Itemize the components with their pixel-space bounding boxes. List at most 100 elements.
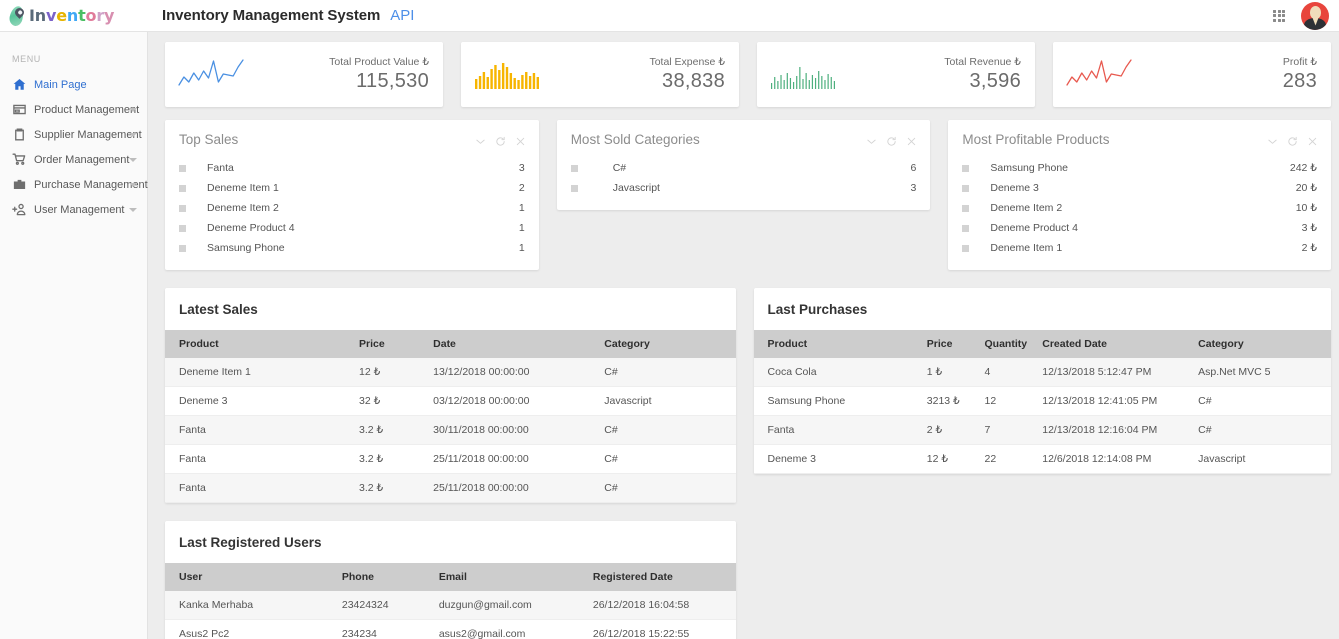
table-cell: 13/12/2018 00:00:00	[433, 358, 605, 387]
column-header-phone[interactable]: Phone	[341, 563, 439, 591]
apps-grid-icon[interactable]	[1273, 9, 1285, 22]
widget-title: Top Sales	[179, 131, 239, 147]
logo-letter-2: v	[45, 6, 57, 25]
last-purchases-table-host: Product Price Quantity Created Date Category…	[753, 330, 1331, 474]
person-add-icon	[12, 202, 27, 217]
table-row[interactable]: Asus2 Pc2 234234 asus2@gmail.com 26/12/2018…	[165, 619, 736, 639]
chevron-down-icon[interactable]	[129, 207, 137, 212]
sidebar-item-product-management[interactable]: Product Management	[0, 97, 147, 122]
column-header-category[interactable]: Category	[604, 330, 736, 358]
list-item-label: Deneme Product 4	[207, 222, 295, 234]
table-row[interactable]: Deneme 3 32 ₺ 03/12/2018 00:00:00 Javascrip…	[165, 386, 736, 416]
widget-title: Most Profitable Products	[962, 131, 1110, 147]
stat-card-total-product-value: Total Product Value ₺ 115,530	[165, 42, 443, 107]
brand-logo[interactable]: Inventory	[0, 0, 148, 32]
window-icon	[12, 102, 27, 117]
sidebar-item-user-management[interactable]: User Management	[0, 197, 147, 222]
close-icon[interactable]	[1307, 134, 1318, 145]
top-header-bar: Inventory Inventory Management System AP…	[0, 0, 1339, 32]
column-header-price[interactable]: Price	[926, 330, 985, 358]
column-header-price[interactable]: Price	[358, 330, 434, 358]
sparkline-chart-icon	[471, 55, 543, 95]
last-registered-users-card: Last Registered Users User Phone Email Regi…	[165, 521, 736, 639]
list-item-label: Javascript	[612, 182, 660, 194]
list-item-value: 1	[518, 202, 525, 214]
table-cell: 3213 ₺	[926, 386, 985, 416]
table-header-row: Product Price Quantity Created Date Category	[753, 330, 1331, 358]
table-row[interactable]: Deneme 3 12 ₺ 22 12/6/2018 12:14:08 PM Javas…	[753, 444, 1331, 474]
chevron-down-icon[interactable]	[129, 157, 137, 162]
table-cell: 25/11/2018 00:00:00	[433, 473, 605, 503]
sidebar-item-main-page[interactable]: Main Page	[0, 72, 147, 97]
table-cell: C#	[604, 473, 736, 503]
square-bullet-icon	[962, 224, 970, 232]
refresh-icon[interactable]	[495, 134, 506, 146]
table-row[interactable]: Kanka Merhaba 23424324 duzgun@gmail.com 26/…	[165, 591, 736, 620]
last-purchases-table: Product Price Quantity Created Date Category…	[753, 330, 1331, 474]
header-actions	[1273, 1, 1339, 30]
table-cell: 32 ₺	[358, 386, 434, 416]
table-cell: 1 ₺	[926, 358, 985, 387]
table-cell: 12/6/2018 12:14:08 PM	[1042, 444, 1199, 474]
table-cell: 26/12/2018 16:04:58	[592, 591, 736, 620]
table-row[interactable]: Fanta 2 ₺ 7 12/13/2018 12:16:04 PM C#	[753, 415, 1331, 445]
column-header-date[interactable]: Date	[433, 330, 605, 358]
close-icon[interactable]	[906, 134, 917, 145]
square-bullet-icon	[179, 184, 186, 192]
chevron-down-icon[interactable]	[129, 182, 137, 187]
column-header-registered-date[interactable]: Registered Date	[592, 563, 736, 591]
column-header-email[interactable]: Email	[438, 563, 593, 591]
widget-header: Most Sold Categories	[557, 120, 931, 158]
stat-value: 115,530	[356, 70, 429, 92]
list-item: Deneme 3 20 ₺	[962, 178, 1317, 198]
chevron-down-icon[interactable]	[866, 134, 877, 145]
table-cell: C#	[1198, 415, 1331, 445]
refresh-icon[interactable]	[1287, 134, 1298, 146]
list-item-label: Samsung Phone	[207, 242, 285, 254]
refresh-icon[interactable]	[886, 134, 897, 146]
table-row[interactable]: Fanta 3.2 ₺ 25/11/2018 00:00:00 C#	[165, 444, 736, 474]
list-item-value: 3	[518, 162, 525, 174]
sparkline-chart-icon	[175, 55, 247, 95]
close-icon[interactable]	[515, 134, 526, 145]
column-header-product[interactable]: Product	[753, 330, 927, 358]
table-cell: C#	[604, 444, 736, 474]
square-bullet-icon	[179, 164, 186, 172]
list-item-label: Deneme Item 1	[207, 182, 279, 194]
list-item-label: C#	[612, 162, 627, 174]
table-row[interactable]: Samsung Phone 3213 ₺ 12 12/13/2018 12:41:05…	[753, 386, 1331, 416]
list-item-value: 1	[518, 242, 525, 254]
avatar[interactable]	[1301, 1, 1329, 30]
table-row[interactable]: Coca Cola 1 ₺ 4 12/13/2018 5:12:47 PM Asp.Ne…	[753, 358, 1331, 387]
column-header-created-date[interactable]: Created Date	[1042, 330, 1199, 358]
list-item-label: Deneme Item 2	[207, 202, 279, 214]
list-item: Deneme Item 2 1	[179, 198, 525, 218]
sidebar-item-order-management[interactable]: Order Management	[0, 147, 147, 172]
column-header-user[interactable]: User	[165, 563, 342, 591]
table-row[interactable]: Fanta 3.2 ₺ 25/11/2018 00:00:00 C#	[165, 473, 736, 503]
sidebar-item-purchase-management[interactable]: Purchase Management	[0, 172, 148, 197]
table-row[interactable]: Fanta 3.2 ₺ 30/11/2018 00:00:00 C#	[165, 415, 736, 445]
square-bullet-icon	[179, 244, 186, 252]
widget-top-sales: Top Sales Fanta 3 Deneme Item 1 2 Deneme Item…	[165, 120, 539, 270]
list-item-value: 20 ₺	[1295, 182, 1317, 194]
list-item: Deneme Product 4 3 ₺	[962, 218, 1317, 238]
list-item-value: 242 ₺	[1289, 162, 1317, 174]
chevron-down-icon[interactable]	[1267, 134, 1278, 145]
column-header-product[interactable]: Product	[165, 330, 359, 358]
brand-logo-text: Inventory	[29, 6, 114, 25]
chevron-down-icon[interactable]	[475, 134, 486, 145]
chevron-down-icon[interactable]	[129, 107, 137, 112]
stat-label: Total Revenue ₺	[944, 56, 1021, 68]
table-cell: 234234	[341, 619, 439, 639]
column-header-quantity[interactable]: Quantity	[984, 330, 1043, 358]
logo-letter-6: o	[85, 6, 97, 25]
column-header-category[interactable]: Category	[1198, 330, 1331, 358]
list-item: Deneme Item 1 2 ₺	[962, 238, 1317, 258]
stat-label: Total Product Value ₺	[329, 56, 429, 68]
chevron-down-icon[interactable]	[129, 132, 137, 137]
sidebar-item-supplier-management[interactable]: Supplier Management	[0, 122, 147, 147]
logo-letter-3: e	[56, 6, 67, 25]
api-link[interactable]: API	[390, 7, 414, 24]
table-row[interactable]: Deneme Item 1 12 ₺ 13/12/2018 00:00:00 C#	[165, 358, 736, 387]
